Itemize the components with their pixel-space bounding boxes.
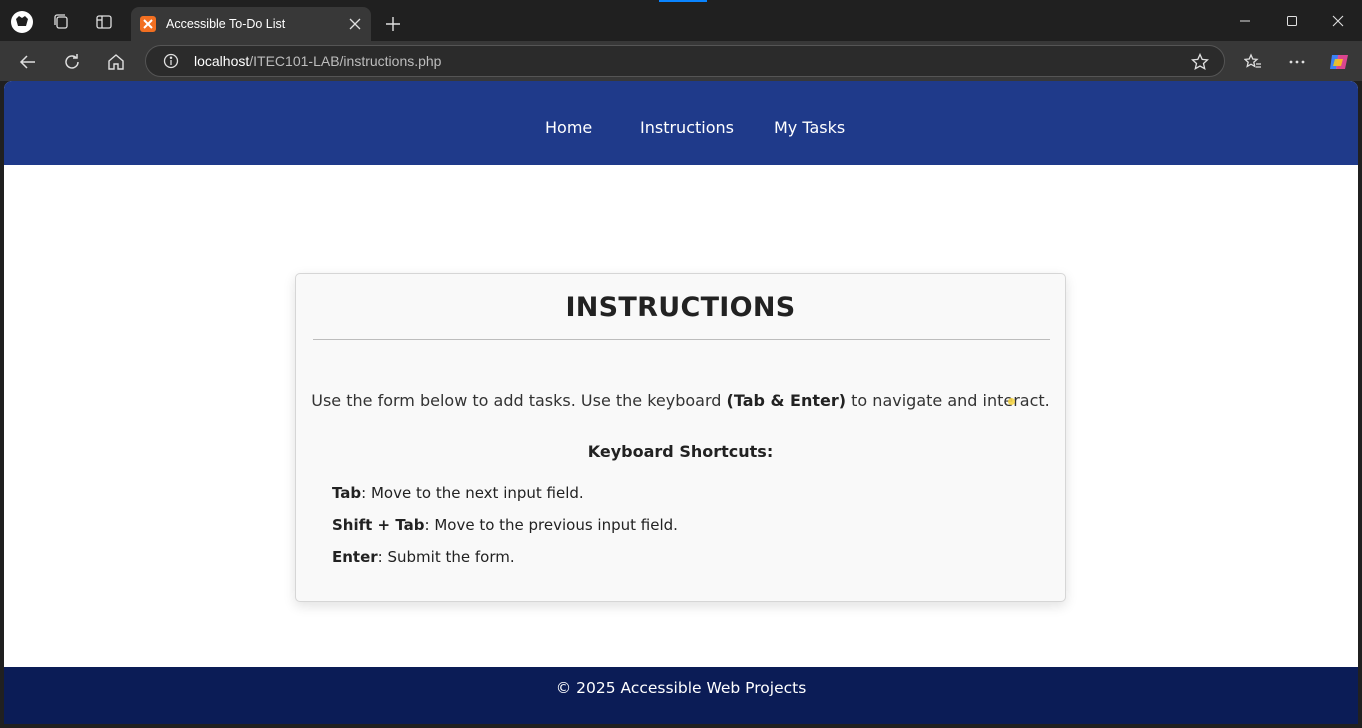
tab-actions-icon[interactable]: [90, 8, 118, 36]
site-info-icon[interactable]: [162, 52, 180, 70]
page-viewport: Home Instructions My Tasks INSTRUCTIONS …: [4, 81, 1358, 724]
shortcut-item: Shift + Tab: Move to the previous input …: [332, 516, 678, 534]
instructions-intro: Use the form below to add tasks. Use the…: [296, 391, 1065, 410]
mouse-cursor-highlight: [1008, 398, 1015, 405]
shortcut-desc: : Move to the previous input field.: [424, 516, 678, 534]
browser-titlebar: Accessible To-Do List: [0, 0, 1362, 41]
url-path: /ITEC101-LAB/instructions.php: [249, 53, 442, 69]
url-host: localhost: [194, 53, 250, 69]
intro-keys: (Tab & Enter): [726, 391, 847, 410]
new-tab-icon[interactable]: [379, 10, 407, 38]
browser-tab-active[interactable]: Accessible To-Do List: [131, 7, 371, 41]
site-footer: © 2025 Accessible Web Projects: [4, 667, 1358, 724]
minimize-icon[interactable]: [1222, 0, 1268, 41]
nav-link-home[interactable]: Home: [545, 118, 592, 137]
more-icon[interactable]: [1281, 46, 1313, 78]
nav-link-instructions[interactable]: Instructions: [640, 118, 734, 137]
shortcuts-heading: Keyboard Shortcuts:: [587, 442, 774, 461]
page-title: INSTRUCTIONS: [565, 292, 796, 323]
favicon-xampp-icon: [140, 16, 156, 32]
url-text: localhost/ITEC101-LAB/instructions.php: [194, 53, 441, 69]
tab-title: Accessible To-Do List: [166, 17, 286, 31]
instructions-card: INSTRUCTIONS Use the form below to add t…: [295, 273, 1066, 602]
favorites-icon[interactable]: [1237, 46, 1269, 78]
shortcut-desc: : Submit the form.: [377, 548, 515, 566]
maximize-icon[interactable]: [1269, 0, 1315, 41]
workspaces-icon[interactable]: [48, 8, 76, 36]
favorite-star-icon[interactable]: [1190, 52, 1210, 72]
copilot-icon[interactable]: [1323, 46, 1355, 78]
shortcut-key: Enter: [332, 548, 378, 566]
window-close-icon[interactable]: [1315, 0, 1361, 41]
footer-copyright: © 2025 Accessible Web Projects: [555, 679, 807, 697]
shortcut-item: Tab: Move to the next input field.: [332, 484, 584, 502]
window-bottom-edge: [0, 724, 1362, 728]
close-icon[interactable]: [343, 12, 367, 36]
intro-text-start: Use the form below to add tasks. Use the…: [311, 391, 727, 410]
refresh-icon[interactable]: [56, 46, 88, 78]
address-bar[interactable]: localhost/ITEC101-LAB/instructions.php: [145, 45, 1225, 77]
shortcut-key: Tab: [332, 484, 362, 502]
site-header: Home Instructions My Tasks: [4, 81, 1358, 165]
nav-link-my-tasks[interactable]: My Tasks: [774, 118, 845, 137]
home-icon[interactable]: [100, 46, 132, 78]
title-divider: [313, 339, 1050, 340]
back-icon[interactable]: [12, 46, 44, 78]
drag-accent: [659, 0, 707, 2]
profile-icon[interactable]: [8, 8, 36, 36]
intro-text-end: to navigate and interact.: [846, 391, 1050, 410]
shortcut-desc: : Move to the next input field.: [361, 484, 584, 502]
shortcut-item: Enter: Submit the form.: [332, 548, 515, 566]
shortcut-key: Shift + Tab: [332, 516, 425, 534]
